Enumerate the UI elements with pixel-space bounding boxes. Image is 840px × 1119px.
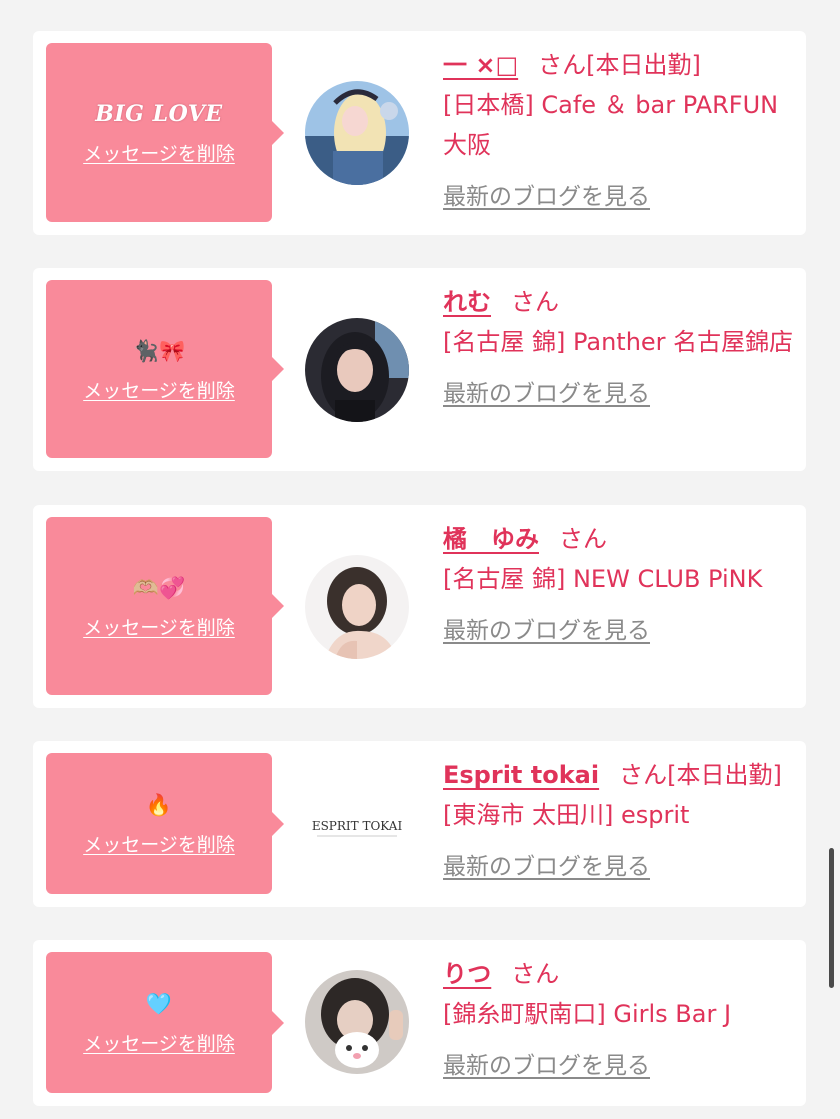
latest-blog-link[interactable]: 最新のブログを見る <box>443 1046 650 1086</box>
avatar-photo-icon <box>305 555 409 659</box>
cast-suffix: さん[本日出勤] <box>538 51 701 79</box>
vertical-scrollbar[interactable] <box>829 848 834 988</box>
latest-blog-link[interactable]: 最新のブログを見る <box>443 374 650 414</box>
message-text: 🫶🏼💞 <box>132 575 186 600</box>
avatar-photo-icon <box>305 970 409 1074</box>
cast-avatar[interactable]: ESPRIT TOKAI <box>305 772 409 876</box>
cast-card: 🐈‍⬛🎀 メッセージを削除 れむ さん [名古屋 錦] Panther 名古屋錦店… <box>33 268 806 471</box>
delete-message-link[interactable]: メッセージを削除 <box>83 376 235 403</box>
latest-blog-link[interactable]: 最新のブログを見る <box>443 611 650 651</box>
cast-info: Esprit tokai さん[本日出勤] [東海市 太田川] esprit 最新… <box>443 755 798 887</box>
cast-suffix: さん <box>559 525 607 553</box>
shop-name: [錦糸町駅南口] Girls Bar J <box>443 1000 732 1028</box>
cast-name-link[interactable]: りつ <box>443 960 491 988</box>
cast-card: 🩵 メッセージを削除 りつ さん [錦糸町駅南口] Girls Bar J 最新の… <box>33 940 806 1106</box>
esprit-tokai-logo-icon: ESPRIT TOKAI <box>305 772 409 876</box>
cast-info: 橘 ゆみ さん [名古屋 錦] NEW CLUB PiNK 最新のブログを見る <box>443 519 798 651</box>
cast-card: 🔥 メッセージを削除 ESPRIT TOKAI Esprit tokai さん[本… <box>33 741 806 907</box>
cast-card: 🫶🏼💞 メッセージを削除 橘 ゆみ さん [名古屋 錦] NEW CLUB PiN… <box>33 505 806 708</box>
message-text: 🩵 <box>145 992 173 1016</box>
cast-avatar[interactable] <box>305 81 409 185</box>
latest-blog-link[interactable]: 最新のブログを見る <box>443 847 650 887</box>
shop-name: [名古屋 錦] NEW CLUB PiNK <box>443 565 763 593</box>
message-bubble: 🫶🏼💞 メッセージを削除 <box>46 517 284 695</box>
message-bubble: 🐈‍⬛🎀 メッセージを削除 <box>46 280 284 458</box>
cast-avatar[interactable] <box>305 555 409 659</box>
delete-message-link[interactable]: メッセージを削除 <box>83 139 235 166</box>
message-bubble: 🩵 メッセージを削除 <box>46 952 284 1093</box>
message-text: BIG LOVE <box>95 101 223 127</box>
avatar-photo-icon <box>305 318 409 422</box>
shop-name: [東海市 太田川] esprit <box>443 801 690 829</box>
delete-message-link[interactable]: メッセージを削除 <box>83 1029 235 1056</box>
favorite-cast-list: BIG LOVE メッセージを削除 一 ×□ さん[本日出勤] [日本橋] Caf… <box>0 0 840 1119</box>
cast-avatar[interactable] <box>305 318 409 422</box>
cast-name-link[interactable]: れむ <box>443 288 491 316</box>
latest-blog-link[interactable]: 最新のブログを見る <box>443 177 650 217</box>
cast-name-link[interactable]: 橘 ゆみ <box>443 525 539 553</box>
delete-message-link[interactable]: メッセージを削除 <box>83 830 235 857</box>
message-bubble: 🔥 メッセージを削除 <box>46 753 284 894</box>
message-text: 🔥 <box>145 793 173 817</box>
cast-suffix: さん <box>511 288 559 316</box>
cast-info: りつ さん [錦糸町駅南口] Girls Bar J 最新のブログを見る <box>443 954 798 1086</box>
message-text: 🐈‍⬛🎀 <box>132 338 186 363</box>
shop-name: [日本橋] Cafe ＆ bar PARFUN 大阪 <box>443 91 779 159</box>
shop-name: [名古屋 錦] Panther 名古屋錦店 <box>443 328 794 356</box>
cast-suffix: さん <box>511 960 560 988</box>
avatar-photo-icon <box>305 81 409 185</box>
cast-info: 一 ×□ さん[本日出勤] [日本橋] Cafe ＆ bar PARFUN 大阪 … <box>443 45 798 217</box>
cast-name-link[interactable]: 一 ×□ <box>443 51 518 79</box>
cast-avatar[interactable] <box>305 970 409 1074</box>
message-bubble: BIG LOVE メッセージを削除 <box>46 43 284 222</box>
cast-suffix: さん[本日出勤] <box>619 761 782 789</box>
cast-info: れむ さん [名古屋 錦] Panther 名古屋錦店 最新のブログを見る <box>443 282 798 414</box>
delete-message-link[interactable]: メッセージを削除 <box>83 613 235 640</box>
cast-name-link[interactable]: Esprit tokai <box>443 761 599 789</box>
svg-text:ESPRIT TOKAI: ESPRIT TOKAI <box>312 819 403 833</box>
cast-card: BIG LOVE メッセージを削除 一 ×□ さん[本日出勤] [日本橋] Caf… <box>33 31 806 235</box>
